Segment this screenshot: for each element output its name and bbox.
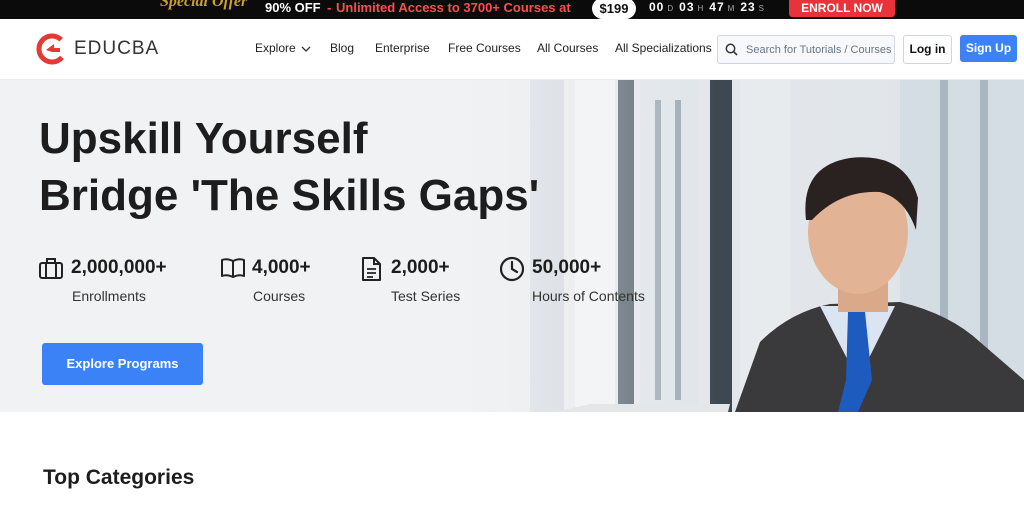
nav-explore[interactable]: Explore [255,41,311,55]
top-categories-heading: Top Categories [43,466,195,489]
stat-label: Courses [253,288,306,304]
stat-value: 50,000+ [532,257,602,278]
explore-programs-button[interactable]: Explore Programs [42,343,203,385]
nav-all-specializations[interactable]: All Specializations [615,41,712,55]
login-button[interactable]: Log in [903,35,952,64]
nav-explore-label: Explore [255,41,296,55]
stat-value: 2,000+ [391,257,450,278]
hero-title-line-2: Bridge 'The Skills Gaps' [39,171,540,220]
search-box[interactable] [717,35,895,64]
search-input[interactable] [746,43,894,56]
search-icon [725,43,738,56]
countdown-hours: 03 [679,0,695,14]
special-offer-label: Special Offer [160,0,248,10]
nav-blog[interactable]: Blog [330,41,354,55]
promo-countdown: 00 D 03 H 47 M 23 S [649,0,770,14]
main-navbar: EDUCBA Explore Blog Enterprise Free Cour… [0,19,1024,80]
stat-label: Enrollments [72,288,146,304]
chevron-down-icon [301,46,311,52]
brand-logo[interactable]: EDUCBA [36,33,159,65]
promo-banner: Special Offer 90% OFF - Unlimited Access… [0,0,1024,19]
promo-access-text: Unlimited Access to 3700+ Courses at [336,0,571,15]
promo-separator: - [327,0,332,15]
educba-logo-icon [36,33,68,65]
stat-value: 4,000+ [252,257,311,278]
hero-headline: Upskill Yourself Bridge 'The Skills Gaps… [39,110,539,224]
nav-all-courses[interactable]: All Courses [537,41,598,55]
book-icon [221,258,245,278]
hero-banner: Upskill Yourself Bridge 'The Skills Gaps… [0,80,1024,412]
countdown-seconds: 23 [740,0,756,14]
promo-discount: 90% OFF [265,0,321,15]
countdown-seconds-unit: S [758,4,766,13]
countdown-days: 00 [649,0,665,14]
promo-price-badge: $199 [592,0,636,19]
briefcase-icon [39,258,63,279]
brand-name: EDUCBA [74,38,160,59]
countdown-days-unit: D [667,4,675,13]
countdown-hours-unit: H [697,4,705,13]
stat-value: 2,000,000+ [71,257,167,278]
countdown-minutes: 47 [709,0,725,14]
nav-enterprise[interactable]: Enterprise [375,41,430,55]
signup-button[interactable]: Sign Up [960,35,1017,62]
hero-title-line-1: Upskill Yourself [39,114,368,163]
document-icon [362,257,381,281]
clock-icon [499,256,525,282]
nav-free-courses[interactable]: Free Courses [448,41,521,55]
stat-label: Test Series [391,288,461,304]
countdown-minutes-unit: M [727,4,736,13]
stat-label: Hours of Contents [532,288,645,304]
enroll-now-button[interactable]: ENROLL NOW [789,0,895,17]
